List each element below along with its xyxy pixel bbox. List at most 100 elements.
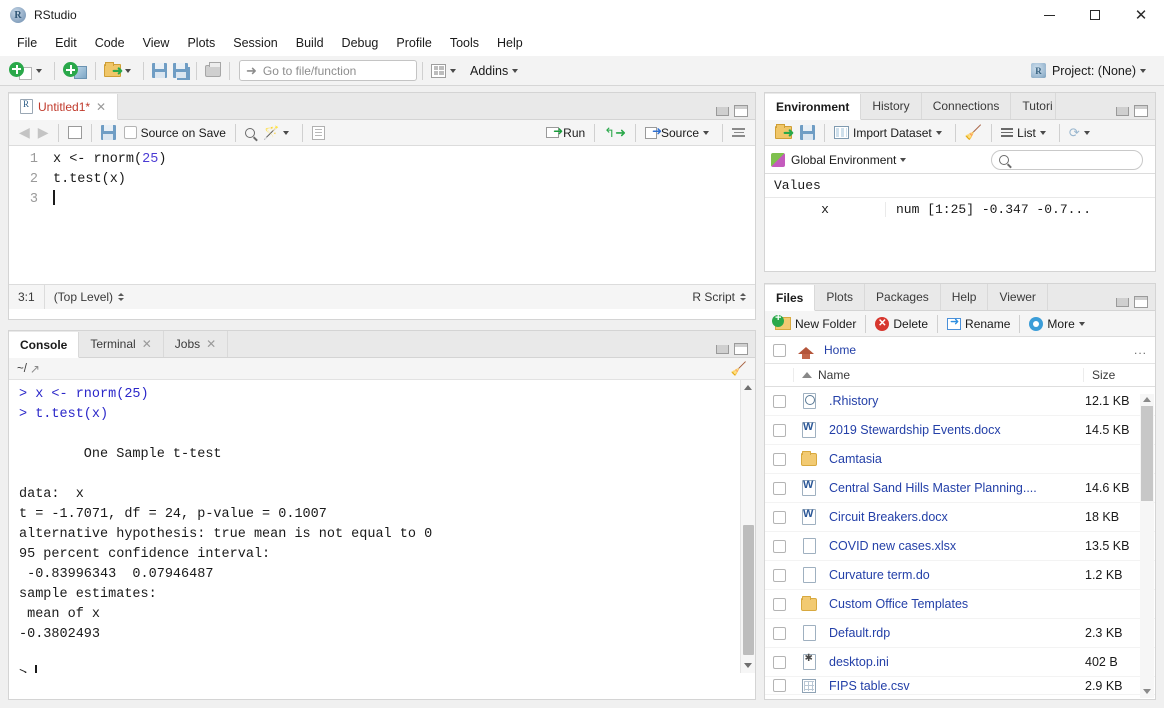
rename-button[interactable]: Rename xyxy=(943,316,1014,332)
menu-plots[interactable]: Plots xyxy=(178,33,224,53)
menu-debug[interactable]: Debug xyxy=(333,33,388,53)
header-name[interactable]: Name xyxy=(793,368,1083,382)
close-icon[interactable]: ✕ xyxy=(96,100,106,114)
minimize-pane-icon[interactable] xyxy=(1116,298,1129,307)
import-dataset-button[interactable]: Import Dataset xyxy=(830,125,950,141)
minimize-button[interactable] xyxy=(1026,0,1072,30)
file-row[interactable]: COVID new cases.xlsx 13.5 KB xyxy=(765,532,1155,561)
tab-jobs[interactable]: Jobs ✕ xyxy=(164,331,228,357)
header-size[interactable]: Size xyxy=(1083,368,1155,382)
maximize-pane-icon[interactable] xyxy=(1134,105,1148,117)
view-mode-button[interactable]: List xyxy=(997,125,1054,141)
row-checkbox[interactable] xyxy=(765,627,793,640)
close-icon[interactable]: ✕ xyxy=(206,337,216,351)
file-name[interactable]: 2019 Stewardship Events.docx xyxy=(825,423,1083,437)
row-checkbox[interactable] xyxy=(765,540,793,553)
addins-button[interactable]: Addins xyxy=(463,62,525,80)
row-checkbox[interactable] xyxy=(765,424,793,437)
minimize-pane-icon[interactable] xyxy=(716,345,729,354)
new-project-button[interactable] xyxy=(60,60,90,81)
scrollbar-thumb[interactable] xyxy=(1141,406,1153,501)
file-name[interactable]: Circuit Breakers.docx xyxy=(825,510,1083,524)
file-row[interactable]: desktop.ini 402 B xyxy=(765,648,1155,677)
maximize-button[interactable] xyxy=(1072,0,1118,30)
tab-console[interactable]: Console xyxy=(9,332,79,358)
save-button[interactable] xyxy=(149,61,170,80)
workspace-panes-button[interactable] xyxy=(428,62,463,80)
file-row[interactable]: .Rhistory 12.1 KB xyxy=(765,387,1155,416)
row-checkbox[interactable] xyxy=(765,482,793,495)
select-all-checkbox[interactable] xyxy=(773,344,786,357)
open-directory-icon[interactable]: ↗ xyxy=(30,362,40,376)
file-type-selector[interactable]: R Script xyxy=(683,285,755,309)
more-button[interactable]: More xyxy=(1025,316,1092,332)
file-name[interactable]: Default.rdp xyxy=(825,626,1083,640)
code-text[interactable]: x <- rnorm(25)t.test(x) xyxy=(45,146,755,284)
scroll-down-icon[interactable] xyxy=(744,663,752,668)
print-button[interactable] xyxy=(202,63,224,79)
clear-workspace-button[interactable]: 🧹 xyxy=(961,123,986,142)
clear-console-icon[interactable]: 🧹 xyxy=(731,361,747,377)
scroll-up-icon[interactable] xyxy=(1143,397,1151,402)
file-row[interactable]: Default.rdp 2.3 KB xyxy=(765,619,1155,648)
file-row[interactable]: Camtasia xyxy=(765,445,1155,474)
forward-icon[interactable]: ▶ xyxy=(34,123,53,142)
file-name[interactable]: Custom Office Templates xyxy=(825,597,1083,611)
menu-code[interactable]: Code xyxy=(86,33,134,53)
back-icon[interactable]: ◀ xyxy=(15,123,34,142)
tab-viewer[interactable]: Viewer xyxy=(988,284,1047,310)
row-checkbox[interactable] xyxy=(765,656,793,669)
source-script-button[interactable]: Source xyxy=(641,125,717,141)
row-checkbox[interactable] xyxy=(765,395,793,408)
menu-tools[interactable]: Tools xyxy=(441,33,488,53)
maximize-pane-icon[interactable] xyxy=(734,343,748,355)
breadcrumb-overflow[interactable]: ... xyxy=(1134,343,1147,357)
scope-selector[interactable]: (Top Level) xyxy=(45,285,133,309)
delete-button[interactable]: ✕ Delete xyxy=(871,316,932,332)
tab-help[interactable]: Help xyxy=(941,284,989,310)
scrollbar-thumb[interactable] xyxy=(743,525,754,655)
tab-connections[interactable]: Connections xyxy=(922,93,1012,119)
project-selector[interactable]: R Project: (None) xyxy=(1031,63,1158,78)
menu-session[interactable]: Session xyxy=(224,33,286,53)
menu-help[interactable]: Help xyxy=(488,33,532,53)
menu-build[interactable]: Build xyxy=(287,33,333,53)
run-button[interactable]: Run xyxy=(542,125,589,141)
code-editor[interactable]: 1 2 3 x <- rnorm(25)t.test(x) xyxy=(9,146,755,284)
menu-edit[interactable]: Edit xyxy=(46,33,86,53)
tab-plots[interactable]: Plots xyxy=(815,284,865,310)
tab-files[interactable]: Files xyxy=(765,285,815,311)
source-on-save-checkbox[interactable]: Source on Save xyxy=(120,125,230,141)
environment-variable-row[interactable]: x num [1:25] -0.347 -0.7... xyxy=(765,198,1155,220)
code-tools-button[interactable]: 🪄 xyxy=(259,124,297,142)
save-document-button[interactable] xyxy=(97,124,120,141)
file-name[interactable]: Central Sand Hills Master Planning.... xyxy=(825,481,1083,495)
file-name[interactable]: Camtasia xyxy=(825,452,1083,466)
menu-profile[interactable]: Profile xyxy=(387,33,440,53)
file-name[interactable]: desktop.ini xyxy=(825,655,1083,669)
minimize-pane-icon[interactable] xyxy=(716,107,729,116)
tab-environment[interactable]: Environment xyxy=(765,94,861,120)
maximize-pane-icon[interactable] xyxy=(734,105,748,117)
row-checkbox[interactable] xyxy=(765,511,793,524)
find-replace-button[interactable] xyxy=(241,127,259,139)
refresh-button[interactable]: ⟳ xyxy=(1065,124,1098,142)
maximize-pane-icon[interactable] xyxy=(1134,296,1148,308)
console-output[interactable]: > x <- rnorm(25)> t.test(x) One Sample t… xyxy=(9,380,755,673)
close-icon[interactable]: ✕ xyxy=(142,337,152,351)
minimize-pane-icon[interactable] xyxy=(1116,107,1129,116)
source-tab-untitled1[interactable]: Untitled1* ✕ xyxy=(9,94,118,120)
save-all-button[interactable] xyxy=(170,61,191,80)
new-folder-button[interactable]: New Folder xyxy=(771,316,860,332)
compile-report-button[interactable] xyxy=(308,125,329,141)
tab-tutorial[interactable]: Tutori xyxy=(1011,93,1055,119)
console-working-directory[interactable]: ~/ ↗ 🧹 xyxy=(9,358,755,380)
file-name[interactable]: FIPS table.csv xyxy=(825,679,1083,693)
file-row[interactable]: 2019 Stewardship Events.docx 14.5 KB xyxy=(765,416,1155,445)
new-file-button[interactable] xyxy=(6,60,49,82)
row-checkbox[interactable] xyxy=(765,569,793,582)
rerun-button[interactable]: ↰➜ xyxy=(600,124,630,142)
scroll-up-icon[interactable] xyxy=(744,385,752,390)
breadcrumb-home[interactable]: Home xyxy=(824,343,856,357)
close-button[interactable]: ✕ xyxy=(1118,0,1164,30)
